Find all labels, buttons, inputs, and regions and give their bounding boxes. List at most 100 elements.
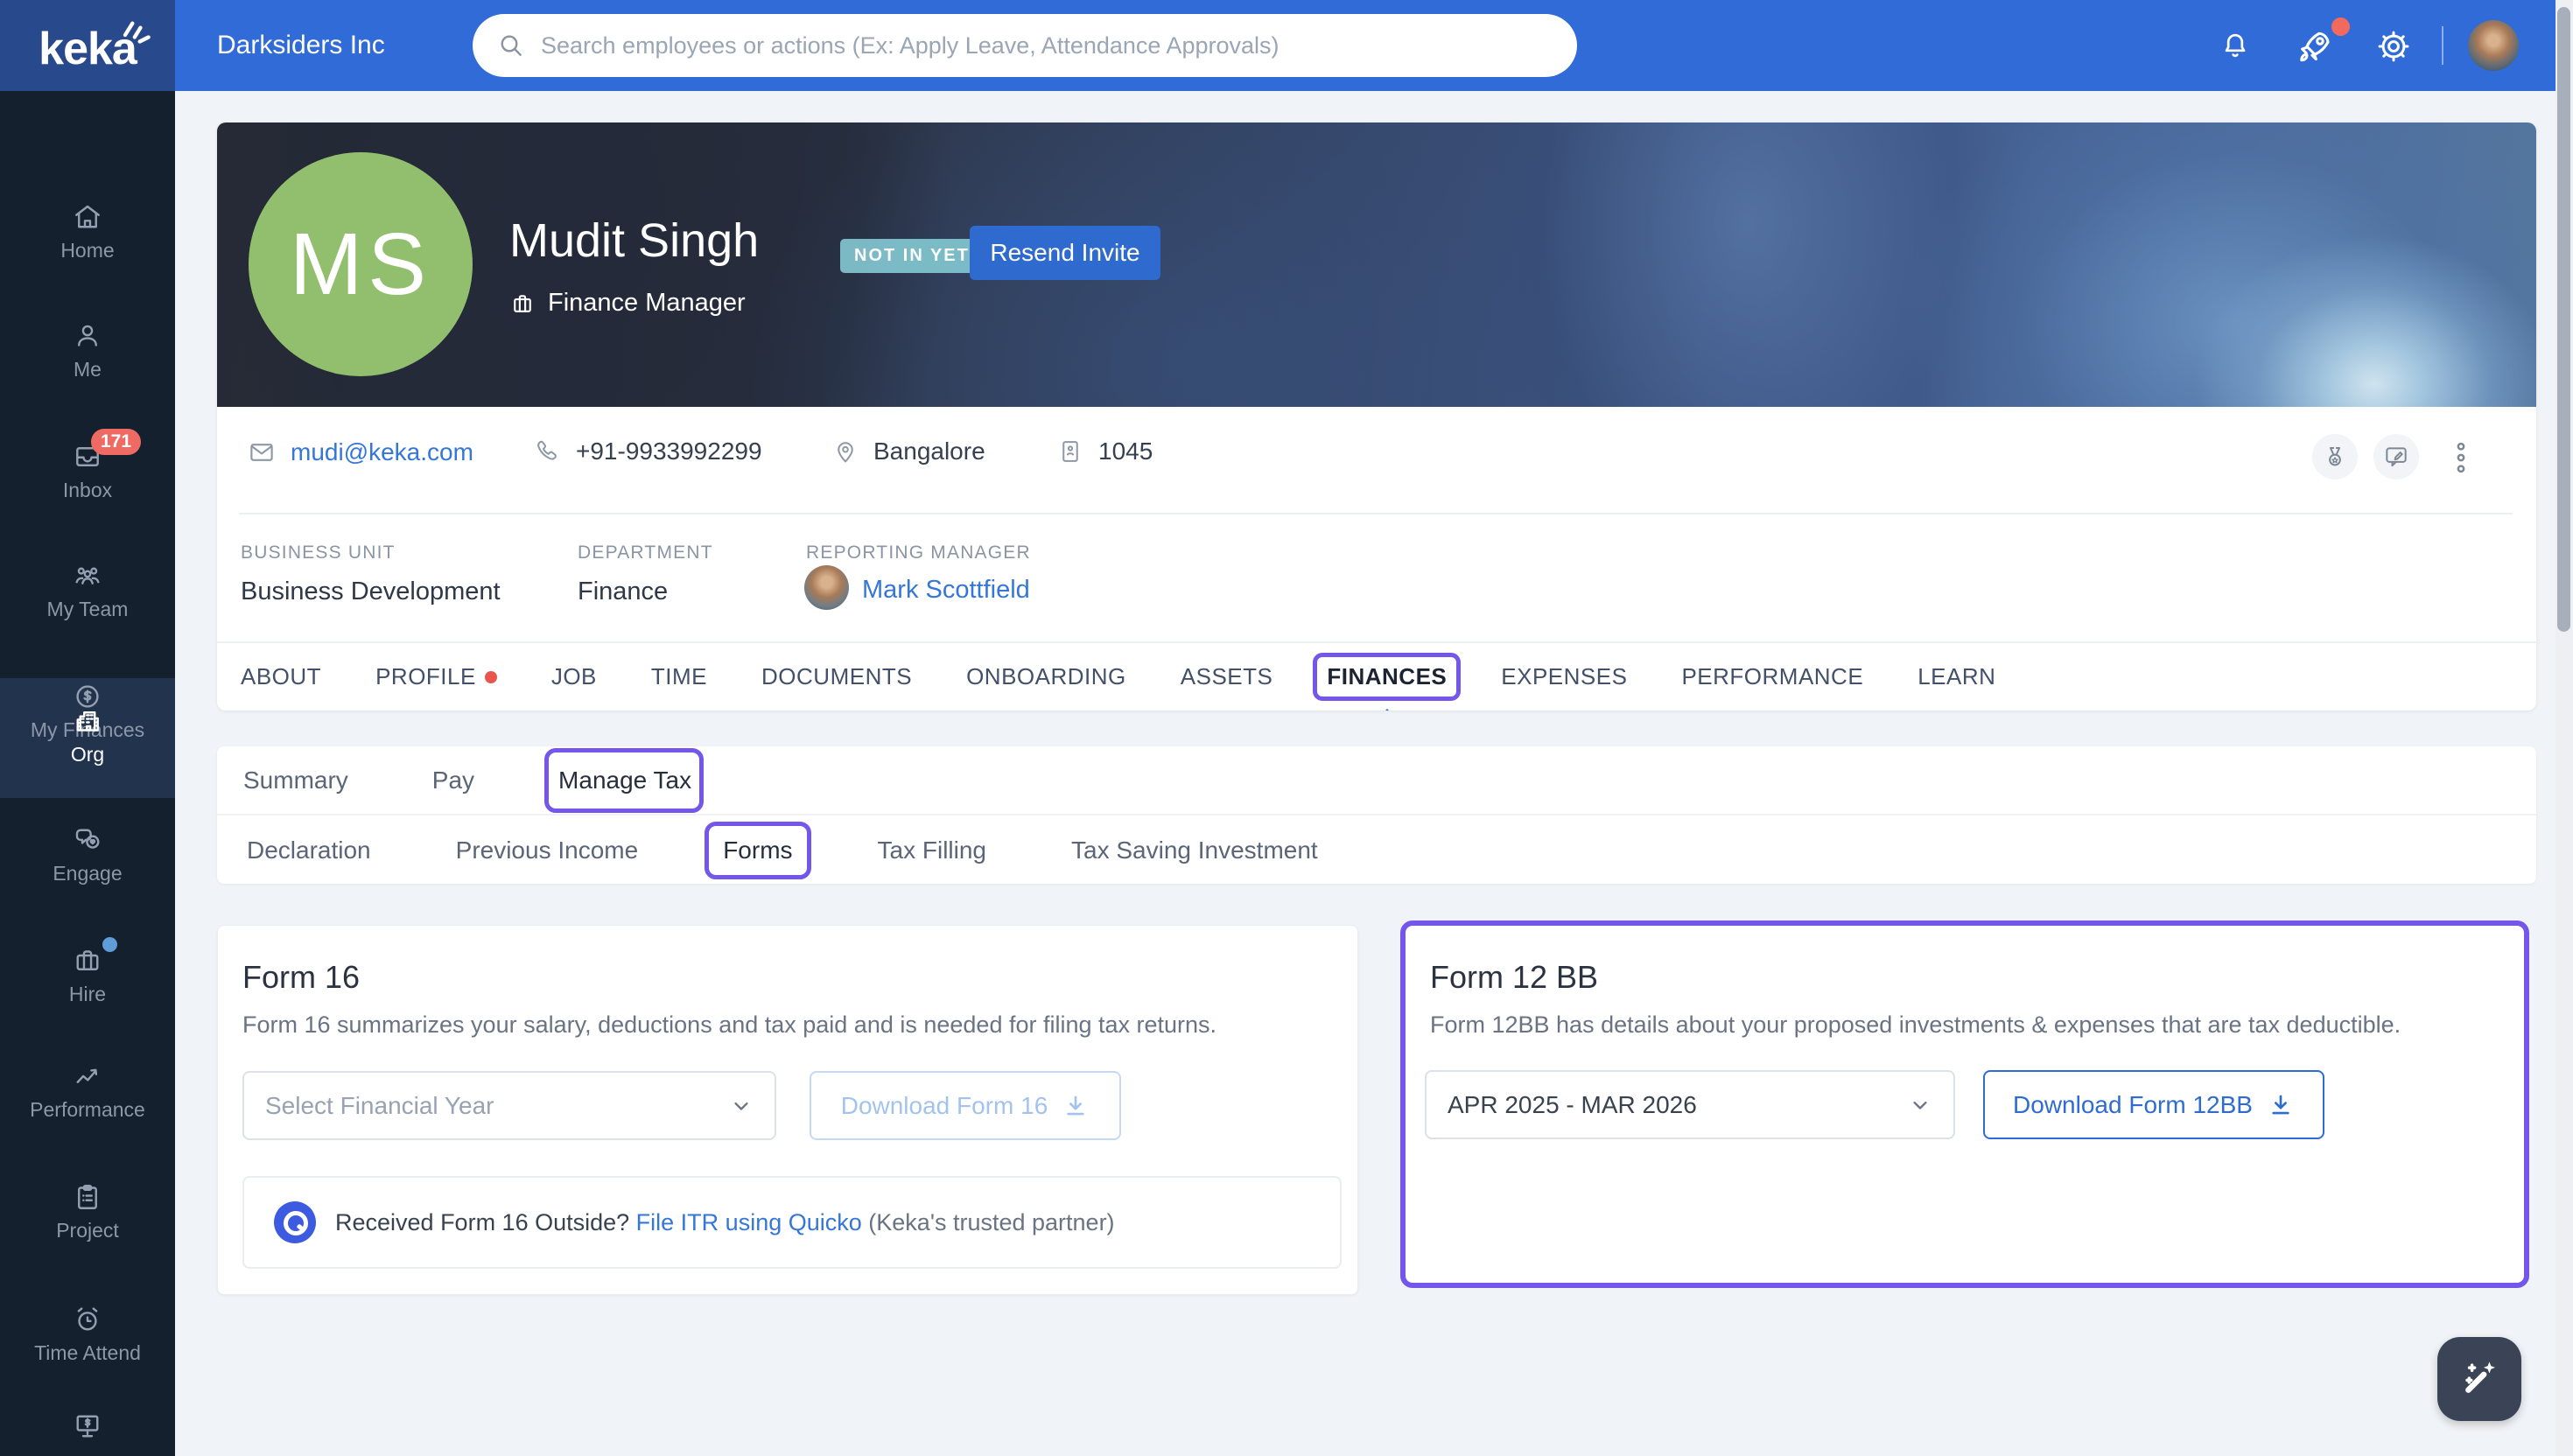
file-itr-quicko-link[interactable]: File ITR using Quicko (636, 1209, 862, 1236)
sidebar-item-org[interactable]: Org (0, 705, 175, 766)
sidebar-item-label: Engage (53, 862, 123, 885)
sidebar-item-label: Project (56, 1219, 119, 1242)
feedback-button[interactable] (2373, 434, 2419, 480)
download-icon (2272, 1095, 2289, 1114)
form16-title: Form 16 (242, 959, 361, 995)
tab-expenses[interactable]: EXPENSES (1501, 663, 1627, 690)
financial-year-select[interactable]: Select Financial Year (242, 1071, 776, 1140)
business-unit-value: Business Development (241, 578, 501, 606)
employee-avatar[interactable]: MS (249, 152, 473, 376)
subtab-tax-saving-investment[interactable]: Tax Saving Investment (1071, 836, 1318, 864)
chevron-down-icon (1913, 1101, 1927, 1110)
assistant-wand-button[interactable] (2437, 1337, 2521, 1421)
rocket-notification-dot (2331, 18, 2350, 36)
keka-logo[interactable]: keka (0, 0, 175, 91)
finances-subnav-card: Summary Pay Manage Tax Declaration Previ… (217, 746, 2536, 884)
phone-value: +91-9933992299 (576, 438, 762, 465)
email-item[interactable]: mudi@keka.com (247, 438, 473, 467)
kebab-menu-icon (2457, 442, 2465, 473)
tab-onboarding[interactable]: ONBOARDING (966, 663, 1126, 690)
phone-icon (537, 440, 557, 460)
sidebar-item-time-attend[interactable]: Time Attend (0, 1304, 175, 1365)
subtab-summary[interactable]: Summary (243, 766, 348, 794)
time-attend-icon (77, 1307, 98, 1331)
topbar-divider (2442, 26, 2443, 65)
sidebar-item-payroll[interactable] (0, 1410, 175, 1448)
active-tab-arrow (1373, 709, 1400, 710)
sidebar-item-label: Org (70, 743, 105, 766)
gear-icon[interactable] (2375, 28, 2412, 65)
global-search[interactable] (473, 14, 1577, 77)
download-form16-button[interactable]: Download Form 16 (810, 1071, 1121, 1140)
wand-icon (2465, 1362, 2495, 1393)
hire-notification-dot (102, 937, 117, 952)
subtab-previous-income[interactable]: Previous Income (456, 836, 639, 864)
tab-time[interactable]: TIME (651, 663, 707, 690)
subtab-manage-tax[interactable]: Manage Tax (544, 747, 705, 813)
location-value: Bangalore (873, 438, 985, 465)
sidebar-item-performance[interactable]: Performance (0, 1060, 175, 1122)
reporting-manager-label: REPORTING MANAGER (806, 542, 1031, 563)
bell-icon[interactable] (2218, 28, 2253, 63)
employee-id-item: 1045 (1056, 438, 1153, 466)
download-form12bb-button[interactable]: Download Form 12BB (1983, 1070, 2324, 1139)
form12bb-card: Form 12 BB Form 12BB has details about y… (1400, 920, 2529, 1288)
location-icon (838, 442, 853, 463)
tab-assets[interactable]: ASSETS (1181, 663, 1273, 690)
sidebar-item-me[interactable]: Me (0, 320, 175, 382)
subtab-tax-filling[interactable]: Tax Filling (878, 836, 986, 864)
form12bb-period-select[interactable]: APR 2025 - MAR 2026 (1425, 1070, 1955, 1139)
search-icon (501, 35, 522, 56)
subtab-declaration[interactable]: Declaration (247, 836, 371, 864)
sidebar-item-label: Time Attend (34, 1341, 141, 1364)
medal-icon (2329, 447, 2341, 466)
email-value[interactable]: mudi@keka.com (291, 438, 473, 466)
briefcase-icon (514, 294, 531, 312)
download-icon (1067, 1096, 1084, 1115)
rocket-icon[interactable] (2295, 26, 2335, 66)
sidebar-item-label: My Team (46, 598, 129, 620)
sidebar-item-inbox[interactable]: 171 Inbox (0, 429, 175, 502)
tab-documents[interactable]: DOCUMENTS (761, 663, 912, 690)
tab-learn[interactable]: LEARN (1917, 663, 1995, 690)
team-icon (75, 567, 100, 584)
sidebar-item-label: Hire (68, 983, 107, 1005)
praise-medal-button[interactable] (2312, 434, 2358, 480)
search-input[interactable] (541, 32, 1553, 60)
designation-row: Finance Manager (509, 289, 746, 318)
scrollbar-thumb[interactable] (2557, 7, 2570, 632)
department-label: DEPARTMENT (578, 542, 713, 563)
sidebar-item-hire[interactable]: Hire (0, 937, 175, 1006)
payroll-icon (76, 1415, 99, 1438)
reporting-manager-link[interactable]: Mark Scottfield (862, 576, 1030, 605)
feedback-icon (2386, 447, 2407, 467)
department-value: Finance (578, 578, 669, 606)
tab-profile[interactable]: PROFILE (375, 663, 497, 690)
employee-initials: MS (290, 214, 431, 313)
sidebar-item-project[interactable]: Project (0, 1181, 175, 1242)
subtab-pay[interactable]: Pay (432, 766, 474, 794)
designation-label: Finance Manager (548, 289, 746, 317)
tab-finances[interactable]: FINANCES (1313, 653, 1462, 710)
phone-item: +91-9933992299 (534, 438, 762, 466)
top-bar: keka Darksiders Inc (0, 0, 2573, 91)
home-icon (75, 205, 100, 228)
tab-performance[interactable]: PERFORMANCE (1681, 663, 1863, 690)
sidebar-item-engage[interactable]: Engage (0, 824, 175, 886)
employee-name: Mudit Singh (509, 214, 760, 267)
sidebar-item-my-team[interactable]: My Team (0, 560, 175, 621)
sidebar-item-home[interactable]: Home (0, 201, 175, 262)
profile-tabs: ABOUT PROFILE JOB TIME DOCUMENTS ONBOARD… (217, 641, 2536, 710)
performance-icon (76, 1068, 98, 1083)
reporting-manager-avatar[interactable] (804, 565, 849, 610)
user-avatar[interactable] (2468, 20, 2519, 71)
tab-job[interactable]: JOB (551, 663, 597, 690)
resend-invite-button[interactable]: Resend Invite (970, 226, 1160, 280)
subtab-forms[interactable]: Forms (705, 822, 811, 879)
chevron-down-icon (734, 1102, 748, 1110)
tab-about[interactable]: ABOUT (241, 663, 321, 690)
divider (239, 513, 2513, 514)
quicko-banner: Received Form 16 Outside? File ITR using… (242, 1176, 1342, 1269)
me-icon (78, 325, 97, 346)
kebab-menu-button[interactable] (2442, 436, 2480, 480)
